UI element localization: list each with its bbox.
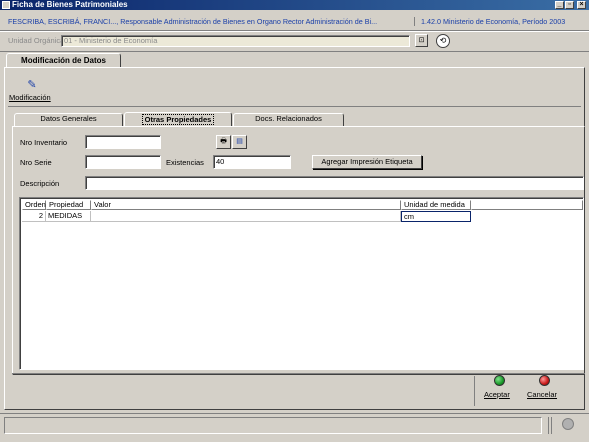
tab-label: Docs. Relacionados [255, 114, 322, 123]
aceptar-icon[interactable] [494, 375, 505, 386]
column-header-propiedad[interactable]: Propiedad [46, 200, 91, 210]
print-button[interactable]: 🖶 [216, 135, 231, 149]
status-separator [548, 417, 549, 434]
window-title: Ficha de Bienes Patrimoniales [12, 0, 128, 9]
column-header-valor[interactable]: Valor [91, 200, 401, 210]
app-icon [2, 1, 10, 9]
descripcion-label: Descripción [20, 179, 60, 188]
nro-serie-label: Nro Serie [20, 158, 52, 167]
tab-label: Modificación de Datos [21, 56, 106, 65]
status-panel [4, 417, 542, 434]
close-button[interactable]: × [577, 1, 586, 9]
tab-label: Datos Generales [40, 114, 97, 123]
nro-inventario-label: Nro Inventario [20, 138, 68, 147]
status-bar [0, 413, 589, 442]
session-info-bar: FESCRIBA, ESCRIBÁ, FRANCI..., Responsabl… [0, 16, 589, 27]
divider [0, 51, 589, 52]
action-divider [12, 373, 585, 374]
divider-highlight [0, 31, 589, 32]
tab-docs-relacionados[interactable]: Docs. Relacionados [233, 113, 344, 126]
toolbar-divider [8, 106, 581, 107]
action-separator [474, 376, 475, 406]
cell-valor[interactable] [91, 211, 401, 222]
cell-orden[interactable]: 2 [22, 211, 46, 222]
version-info: 1.42.0 Ministerio de Economía, Período 2… [421, 17, 566, 26]
aceptar-button[interactable]: Aceptar [484, 390, 510, 400]
preview-button[interactable]: ▤ [232, 135, 247, 149]
agregar-impresion-etiqueta-button[interactable]: Agregar Impresión Etiqueta [312, 155, 422, 169]
modificacion-icon[interactable]: ✎ [20, 78, 44, 94]
status-separator [551, 417, 552, 434]
existencias-label: Existencias [166, 158, 204, 167]
info-separator [414, 17, 415, 26]
window-titlebar: Ficha de Bienes Patrimoniales _ ▫ × [0, 0, 589, 10]
refresh-icon[interactable]: ⟲ [436, 34, 450, 48]
cancelar-icon[interactable] [539, 375, 550, 386]
cancelar-button[interactable]: Cancelar [527, 390, 557, 400]
column-header-unidad[interactable]: Unidad de medida [401, 200, 471, 210]
tab-label: Otras Propiedades [141, 114, 215, 125]
column-header-orden[interactable]: Orden [22, 200, 46, 210]
status-indicator-icon [562, 418, 574, 430]
tab-otras-propiedades[interactable]: Otras Propiedades [124, 112, 232, 127]
user-info: FESCRIBA, ESCRIBÁ, FRANCI..., Responsabl… [8, 17, 378, 26]
tab-datos-generales[interactable]: Datos Generales [14, 113, 123, 126]
lookup-button[interactable]: ⊡ [415, 34, 428, 47]
cell-unidad[interactable]: cm [401, 211, 471, 222]
unidad-organica-field[interactable]: 01 - Ministerio de Economía [61, 35, 410, 47]
nro-inventario-input[interactable] [85, 135, 161, 149]
printer-icon: 🖶 [220, 138, 227, 145]
lookup-icon: ⊡ [418, 37, 425, 44]
unidad-organica-label: Unidad Orgánica: [8, 36, 67, 45]
tab-modificacion-datos[interactable]: Modificación de Datos [6, 53, 121, 67]
restore-button[interactable]: ▫ [565, 1, 574, 9]
nro-serie-input[interactable] [85, 155, 161, 169]
print-preview-icon: ▤ [236, 138, 243, 145]
column-header-filler [471, 200, 583, 210]
properties-grid[interactable]: Orden Propiedad Valor Unidad de medida 2… [19, 197, 584, 370]
descripcion-input[interactable] [85, 176, 584, 190]
existencias-input[interactable]: 40 [213, 155, 291, 169]
modificacion-button[interactable]: Modificación [9, 93, 51, 103]
status-divider [0, 413, 589, 414]
minimize-button[interactable]: _ [555, 1, 564, 9]
cell-propiedad[interactable]: MEDIDAS [46, 211, 91, 222]
